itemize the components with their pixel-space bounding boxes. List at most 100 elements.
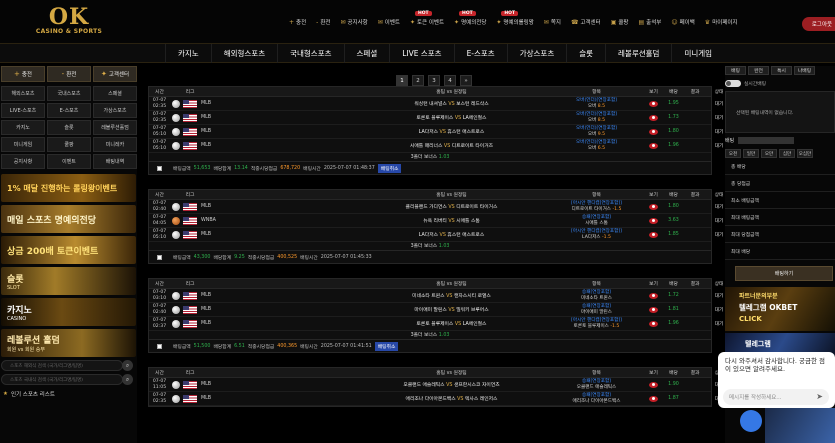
nav-item[interactable]: 슬롯 — [566, 44, 605, 63]
eye-icon[interactable] — [649, 100, 658, 107]
betslip-tab[interactable]: 완전 — [748, 66, 769, 75]
search-icon[interactable]: ⌕ — [122, 360, 133, 371]
category-button[interactable]: 미니레카 — [93, 137, 137, 152]
betslip-tab[interactable]: 배팅 — [725, 66, 746, 75]
eye-icon[interactable] — [649, 203, 658, 210]
toggle-switch[interactable] — [725, 80, 741, 87]
promo-banner[interactable]: 슬롯 SLOT — [1, 267, 136, 295]
cancel-bet-button[interactable]: 배팅취소 — [374, 341, 399, 351]
place-bet-button[interactable]: 배팅하기 — [735, 266, 833, 281]
nav-item[interactable]: 레볼루션홀덤 — [605, 44, 671, 63]
promo-banner[interactable]: 상금 200배 토큰이벤트 — [1, 236, 136, 264]
partner-banner[interactable]: 파트너문의부분 텔레그램 OKBET CLICK — [725, 287, 835, 331]
page-button[interactable]: » — [460, 75, 472, 86]
category-button[interactable]: 쿨팡 — [47, 137, 91, 152]
sports-search-overseas[interactable]: 스포츠 해외식 검색 (국가/리그명/팀명) ⌕ — [1, 360, 133, 371]
top-menu-item[interactable]: ✉ 공지사항 — [335, 18, 372, 27]
chat-input[interactable]: 메시지를 작성하세요... ➤ — [723, 389, 829, 405]
category-button[interactable]: 슬롯 — [47, 120, 91, 135]
page-button[interactable]: 4 — [444, 75, 456, 86]
sports-search-domestic[interactable]: 스포츠 국내식 검색 (국가/리그명/팀명) ⌕ — [1, 374, 133, 385]
category-button[interactable]: 해외스포츠 — [1, 86, 45, 101]
top-menu-item[interactable]: - 환전 — [311, 18, 335, 27]
promo-banner[interactable]: 1% 매달 진행하는 롤링왕이벤트 — [1, 174, 136, 202]
bet-time: 2025-07-07 01:41:51 — [320, 343, 372, 349]
top-menu-item[interactable]: ✦ 명예의전당 HOT — [449, 11, 491, 26]
eye-icon[interactable] — [649, 306, 658, 313]
page-button[interactable]: 1 — [396, 75, 408, 86]
popular-sports-list[interactable]: ★ 인기 스포츠 리스트 — [0, 388, 137, 400]
nav-item[interactable]: 국내형스포츠 — [277, 44, 343, 63]
sport-cell — [170, 113, 182, 122]
top-menu-item[interactable]: ▤ 출석부 — [633, 18, 666, 27]
nav-item[interactable]: E-스포츠 — [453, 44, 507, 63]
sidebar-action-button[interactable]: - 환전 — [47, 66, 91, 82]
top-menu-item[interactable]: ☎ 고객센터 — [566, 18, 606, 27]
category-button[interactable]: LIVE-스포츠 — [1, 103, 45, 118]
betslip-tab[interactable]: 나배팅 — [794, 66, 815, 75]
eye-icon[interactable] — [649, 142, 658, 149]
sidebar-action-button[interactable]: ✦ 고객센터 — [93, 66, 137, 82]
page-button[interactable]: 3 — [428, 75, 440, 86]
top-menu-item[interactable]: ✉ 이벤트 — [373, 18, 405, 27]
category-button[interactable]: 레볼루션홀덤 — [93, 120, 137, 135]
top-menu-item[interactable]: ♛ 마이페이지 — [700, 18, 743, 27]
category-button[interactable]: 이벤트 — [47, 154, 91, 169]
eye-icon[interactable] — [649, 128, 658, 135]
cancel-bet-button[interactable]: 배팅취소 — [377, 163, 402, 173]
category-button[interactable]: E-스포츠 — [47, 103, 91, 118]
top-menu-item[interactable]: ✦ 명예의롤링왕 HOT — [491, 11, 538, 26]
nav-item[interactable]: LIVE 스포츠 — [389, 44, 453, 63]
top-menu-item[interactable]: ✦ 토큰 이벤트 HOT — [405, 11, 449, 26]
quick-amount-button[interactable]: 오십만 — [797, 149, 813, 158]
nav-item[interactable]: 스페셜 — [343, 44, 390, 63]
select-checkbox[interactable] — [157, 343, 162, 349]
select-checkbox[interactable] — [157, 254, 162, 260]
eye-icon[interactable] — [649, 395, 658, 402]
top-menu-item[interactable]: ▣ 쿨팡 — [606, 18, 634, 27]
matchup: 워싱턴 내셔널스 VS 보스턴 레드삭스 — [355, 100, 548, 107]
quick-amount-button[interactable]: 오만 — [761, 149, 777, 158]
nav-item[interactable]: 카지노 — [165, 44, 211, 63]
bottom-promo-banner[interactable] — [765, 408, 835, 443]
table-row: 07-07 05:10 MLB LA다저스 VS 휴스턴 애스트로스 [아시안 핸디캡[… — [149, 228, 723, 242]
top-menu-item[interactable]: ☺ 페이백 — [666, 18, 699, 27]
eye-icon[interactable] — [649, 114, 658, 121]
quick-amount-button[interactable]: 오천 — [725, 149, 741, 158]
top-menu-item[interactable]: ✉ 쪽지 — [539, 18, 566, 27]
quick-amount-button[interactable]: 일만 — [743, 149, 759, 158]
quick-amount-button[interactable]: 십만 — [779, 149, 795, 158]
category-button[interactable]: 스페셜 — [93, 86, 137, 101]
eye-icon[interactable] — [649, 231, 658, 238]
eye-icon[interactable] — [649, 292, 658, 299]
betslip-tab[interactable]: 특시 — [771, 66, 792, 75]
promo-banner[interactable]: 카지노 CASINO — [1, 298, 136, 326]
chat-launcher-button[interactable] — [740, 410, 762, 432]
category-button[interactable]: 국내스포츠 — [47, 86, 91, 101]
baseball-icon — [172, 127, 180, 136]
promo-banner[interactable]: 매일 스포츠 명예의전당 — [1, 205, 136, 233]
category-button[interactable]: 가상스포츠 — [93, 103, 137, 118]
bet-amount-input[interactable] — [738, 137, 795, 144]
category-button[interactable]: 공지사항 — [1, 154, 45, 169]
top-menu-item[interactable]: + 충전 — [284, 18, 311, 27]
nav-item[interactable]: 미니게임 — [671, 44, 724, 63]
promo-banner[interactable]: 레볼루션 홀덤 회원 vs 회원 승부 — [1, 329, 136, 357]
search-icon[interactable]: ⌕ — [122, 374, 133, 385]
category-button[interactable]: 카지노 — [1, 120, 45, 135]
eye-icon[interactable] — [649, 217, 658, 224]
page-button[interactable]: 2 — [412, 75, 424, 86]
sidebar-action-button[interactable]: + 충전 — [1, 66, 45, 82]
column-header: 항목 — [592, 371, 601, 376]
logout-button[interactable]: 로그아웃 — [802, 17, 835, 31]
eye-icon[interactable] — [649, 381, 658, 388]
send-icon[interactable]: ➤ — [816, 392, 823, 401]
nav-item[interactable]: 가상스포츠 — [506, 44, 567, 63]
eye-icon[interactable] — [649, 320, 658, 327]
live-bet-toggle[interactable]: 실시간배팅 — [725, 80, 835, 87]
category-button[interactable]: 배팅내역 — [93, 154, 137, 169]
nav-item[interactable]: 해외형스포츠 — [210, 44, 277, 63]
logo[interactable]: OK CASINO & SPORTS — [34, 6, 104, 35]
category-button[interactable]: 미니게임 — [1, 137, 45, 152]
select-checkbox[interactable] — [157, 165, 162, 171]
